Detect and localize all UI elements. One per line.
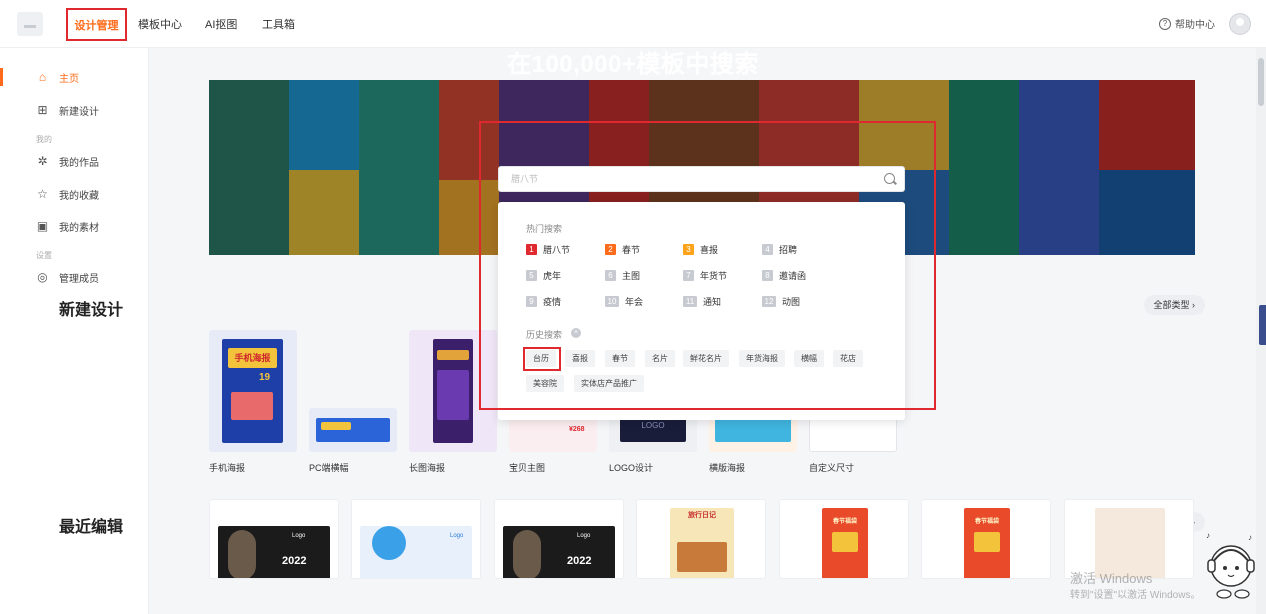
sidebar-item-label: 新建设计 bbox=[59, 106, 99, 118]
help-center-link[interactable]: ? 帮助中心 bbox=[1159, 16, 1215, 31]
card-label-logo-design: LOGO设计 bbox=[609, 463, 654, 473]
sidebar-item-members[interactable]: ◎ 管理成员 bbox=[36, 268, 99, 286]
product-thumb-price: ¥268 bbox=[569, 426, 585, 433]
all-types-button[interactable]: 全部类型 › bbox=[1143, 295, 1205, 315]
phone-poster-thumb-number: 19 bbox=[259, 372, 271, 383]
settings-icon: ◎ bbox=[37, 269, 48, 284]
phone-poster-thumb-title: 手机海报 bbox=[228, 348, 277, 368]
scrollbar-thumb[interactable] bbox=[1258, 58, 1264, 106]
sidebar-item-label: 管理成员 bbox=[59, 273, 99, 285]
search-area-highlight bbox=[479, 121, 936, 410]
recent-item[interactable]: Logo bbox=[351, 499, 481, 579]
sidebar-item-my-favorites[interactable]: ☆ 我的收藏 bbox=[36, 185, 99, 203]
section-title-recent: 最近编辑 bbox=[59, 519, 124, 536]
recent-item[interactable]: Logo 2022 bbox=[494, 499, 624, 579]
recent-item[interactable]: 旅行日记 bbox=[636, 499, 766, 579]
card-label-phone-poster: 手机海报 bbox=[209, 463, 246, 473]
recent-thumb-logo: Logo bbox=[292, 533, 306, 539]
recent-item[interactable]: 春节福袋 bbox=[921, 499, 1051, 579]
sidebar-item-label: 我的素材 bbox=[59, 222, 99, 234]
recent-item[interactable]: 春节福袋 bbox=[779, 499, 909, 579]
recent-thumb-festival: 春节福袋 bbox=[832, 519, 857, 525]
banner-title: 在100,000+模板中搜索 bbox=[507, 51, 759, 78]
sidebar-item-new-design[interactable]: ⊞ 新建设计 bbox=[36, 101, 99, 119]
card-label-custom-size: 自定义尺寸 bbox=[809, 463, 855, 473]
recent-thumb-journal: 旅行日记 bbox=[688, 512, 716, 519]
nav-design-management[interactable]: 设计管理 bbox=[66, 8, 127, 41]
recent-thumb-festival: 春节福袋 bbox=[974, 519, 999, 525]
card-label-pc-banner: PC端横幅 bbox=[309, 463, 349, 473]
card-pc-banner[interactable] bbox=[309, 408, 397, 452]
image-icon: ▣ bbox=[36, 218, 49, 233]
recent-thumb-logo: Logo bbox=[577, 533, 591, 539]
section-title-new-design: 新建设计 bbox=[59, 302, 124, 319]
windows-activation-watermark: 激活 Windows bbox=[1070, 571, 1153, 586]
nav-toolbox[interactable]: 工具箱 bbox=[262, 0, 295, 48]
svg-text:♪: ♪ bbox=[1248, 533, 1252, 542]
recent-thumb-logo: Logo bbox=[450, 533, 464, 539]
works-icon: ✲ bbox=[37, 153, 48, 168]
sidebar-group-settings: 设置 bbox=[36, 251, 52, 260]
sidebar-item-label: 我的收藏 bbox=[59, 190, 99, 202]
help-icon: ? bbox=[1159, 17, 1171, 30]
recent-item[interactable]: Logo 2022 bbox=[209, 499, 339, 579]
app-logo[interactable] bbox=[17, 12, 43, 36]
recent-thumb-year: 2022 bbox=[567, 555, 592, 567]
sidebar-item-my-assets[interactable]: ▣ 我的素材 bbox=[36, 217, 99, 235]
help-center-label: 帮助中心 bbox=[1175, 20, 1215, 31]
mascot-icon[interactable]: ♪ ♪ bbox=[1204, 528, 1258, 600]
sidebar-item-my-works[interactable]: ✲ 我的作品 bbox=[36, 152, 99, 170]
card-label-landscape-poster: 横版海报 bbox=[709, 463, 746, 473]
recent-thumb-year: 2022 bbox=[282, 555, 307, 567]
sidebar-item-label: 我的作品 bbox=[59, 157, 99, 169]
floating-side-tab[interactable] bbox=[1259, 305, 1266, 345]
new-file-icon: ⊞ bbox=[37, 102, 48, 117]
card-label-long-poster: 长图海报 bbox=[409, 463, 446, 473]
nav-ai-cutout[interactable]: AI抠图 bbox=[205, 0, 237, 48]
recent-item[interactable] bbox=[1064, 499, 1194, 579]
nav-template-center[interactable]: 模板中心 bbox=[138, 0, 182, 48]
top-bar: 设计管理 模板中心 AI抠图 工具箱 ? 帮助中心 bbox=[0, 0, 1266, 48]
windows-activation-hint: 转到"设置"以激活 Windows。 bbox=[1070, 590, 1201, 601]
star-icon: ☆ bbox=[37, 186, 48, 201]
sidebar-group-mine: 我的 bbox=[36, 135, 52, 144]
svg-text:♪: ♪ bbox=[1206, 531, 1210, 540]
card-phone-poster[interactable]: 手机海报 19 bbox=[209, 330, 297, 452]
card-label-product-main-image: 宝贝主图 bbox=[509, 463, 546, 473]
avatar[interactable] bbox=[1229, 13, 1251, 35]
